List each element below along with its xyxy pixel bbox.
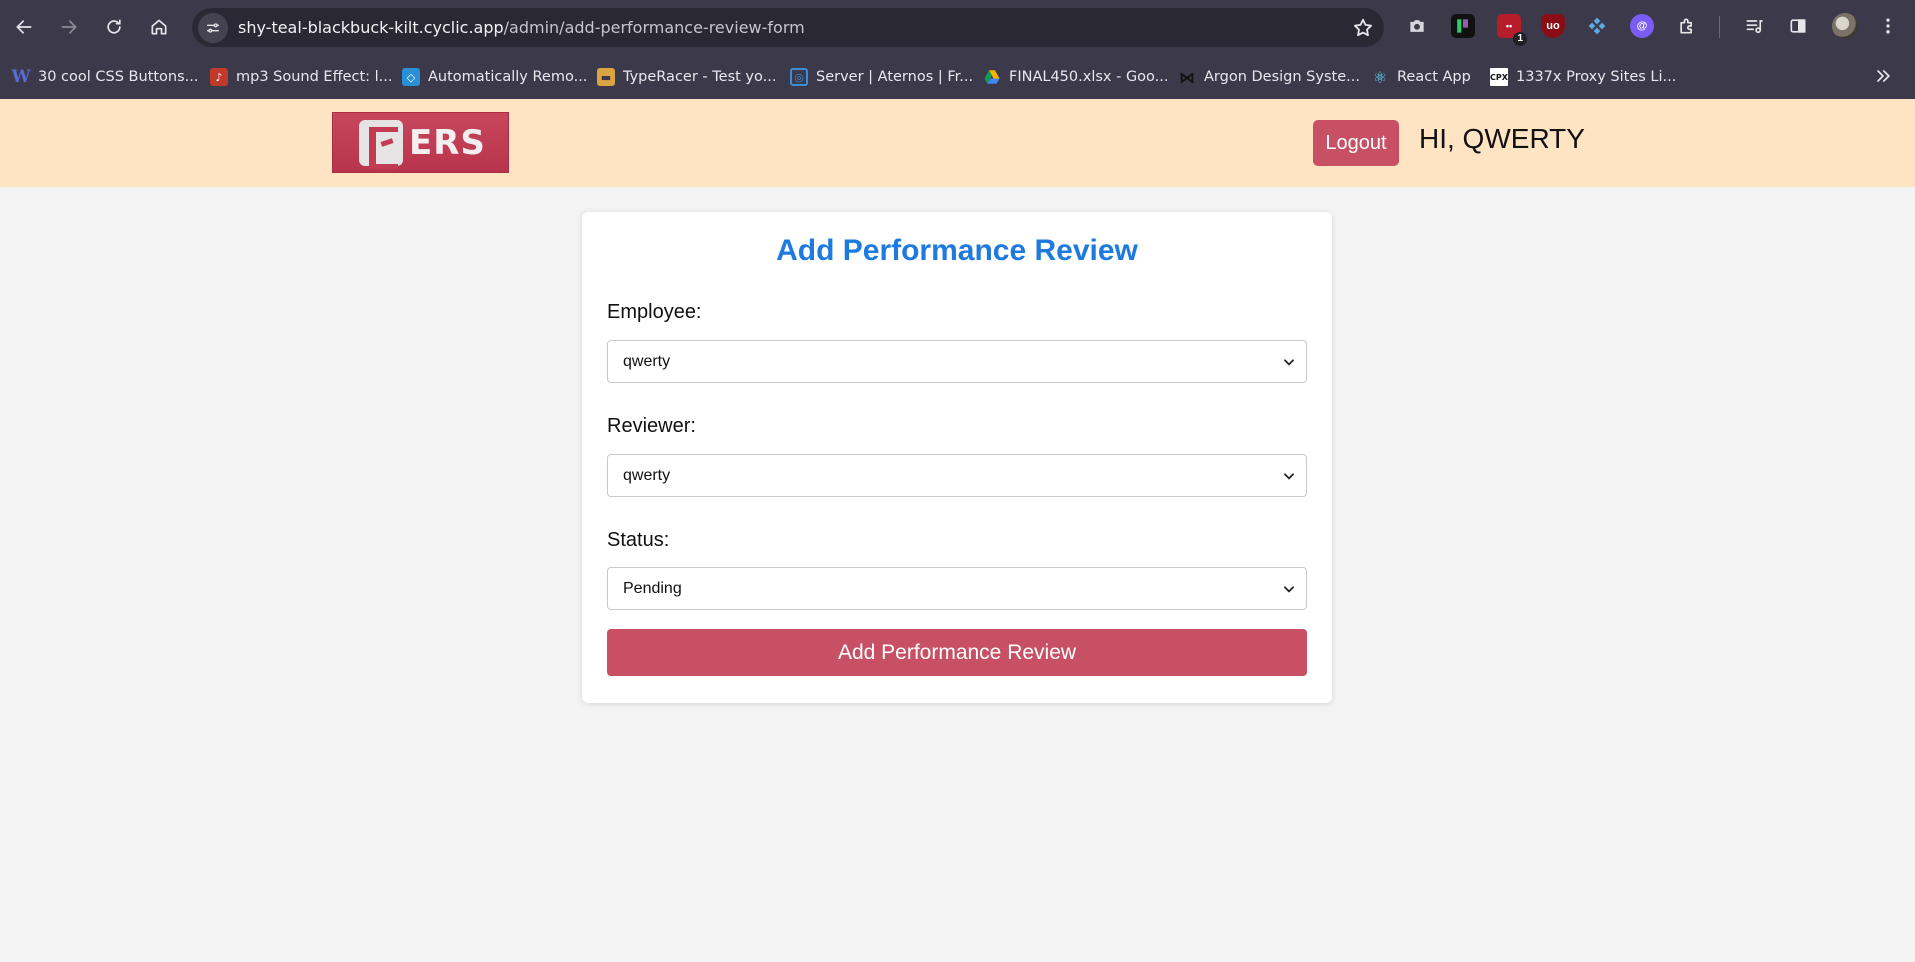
toolbar-separator: [1719, 16, 1720, 38]
bookmark-item[interactable]: ⋈ Argon Design Syste...: [1178, 66, 1360, 88]
logo-mark-icon: [359, 119, 403, 169]
bookmark-label: TypeRacer - Test yo...: [623, 69, 777, 85]
form-title: Add Performance Review: [776, 234, 1138, 267]
bookmark-label: 1337x Proxy Sites Li...: [1516, 69, 1677, 85]
status-label: Status:: [607, 529, 670, 551]
site-header: ERS Logout HI, QWERTY: [0, 99, 1915, 187]
chevron-down-icon: [1284, 586, 1294, 593]
status-selected-value: Pending: [623, 579, 682, 597]
puzzle-blue-extension-icon[interactable]: [1585, 14, 1609, 38]
aternos-icon: ◎: [790, 68, 808, 86]
bookmark-item[interactable]: ♪ mp3 Sound Effect: l...: [210, 66, 393, 88]
forward-icon[interactable]: [51, 9, 87, 45]
shield-extension-icon[interactable]: •• 1: [1497, 14, 1527, 46]
reviewer-select[interactable]: qwerty: [607, 454, 1307, 497]
logout-button[interactable]: Logout: [1313, 120, 1399, 166]
employee-selected-value: qwerty: [623, 352, 671, 370]
bookmark-label: 30 cool CSS Buttons...: [38, 69, 199, 85]
camera-extension-icon[interactable]: [1405, 14, 1429, 38]
bowtie-icon: ⋈: [1179, 67, 1195, 87]
ers-logo[interactable]: ERS: [332, 112, 509, 173]
chevron-down-icon: [1284, 473, 1294, 480]
url-text[interactable]: shy-teal-blackbuck-kilt.cyclic.app/admin…: [238, 18, 805, 37]
url-path: /admin/add-performance-review-form: [503, 18, 805, 37]
bookmark-item[interactable]: ▬ TypeRacer - Test yo...: [597, 66, 776, 88]
remove-bg-icon: ◇: [402, 68, 420, 86]
bookmark-label: Server | Aternos | Fr...: [816, 69, 974, 85]
bookmark-item[interactable]: W 30 cool CSS Buttons...: [11, 66, 199, 88]
bookmark-label: React App: [1397, 69, 1471, 85]
bookmarks-bar: W 30 cool CSS Buttons... ♪ mp3 Sound Eff…: [0, 54, 1915, 99]
more-menu-icon[interactable]: [1876, 14, 1900, 38]
bookmark-item[interactable]: ◎ Server | Aternos | Fr...: [790, 66, 973, 88]
typeracer-icon: ▬: [597, 68, 615, 86]
employee-select[interactable]: qwerty: [607, 340, 1307, 383]
at-sign-extension-icon[interactable]: @: [1630, 14, 1654, 38]
reload-icon[interactable]: [96, 9, 132, 45]
extension-badge: 1: [1513, 32, 1527, 46]
reviewer-selected-value: qwerty: [623, 466, 671, 484]
employee-label: Employee:: [607, 301, 702, 323]
extensions-puzzle-icon[interactable]: [1675, 14, 1699, 38]
browser-toolbar: shy-teal-blackbuck-kilt.cyclic.app/admin…: [0, 0, 1915, 54]
performance-review-form: Add Performance Review Employee: qwerty …: [582, 212, 1332, 703]
bookmark-item[interactable]: ◇ Automatically Remo...: [402, 66, 587, 88]
bookmark-label: Automatically Remo...: [428, 69, 588, 85]
w-logo-icon: W: [11, 67, 31, 87]
side-panel-icon[interactable]: [1786, 14, 1810, 38]
bookmark-label: Argon Design Syste...: [1204, 69, 1360, 85]
url-host: shy-teal-blackbuck-kilt.cyclic.app: [238, 18, 504, 37]
bookmark-item[interactable]: FINAL450.xlsx - Goo...: [983, 66, 1169, 88]
react-icon: ⚛: [1372, 67, 1388, 87]
more-bookmarks-icon[interactable]: [1873, 66, 1893, 86]
twitch-extension-icon[interactable]: [1451, 14, 1475, 38]
cpx-icon: CPX: [1490, 68, 1508, 86]
bookmark-item[interactable]: ⚛ React App: [1371, 66, 1471, 88]
add-performance-review-button[interactable]: Add Performance Review: [607, 629, 1307, 676]
music-note-icon: ♪: [210, 68, 228, 86]
ublock-extension-icon[interactable]: uo: [1541, 14, 1565, 38]
logo-text: ERS: [409, 122, 486, 163]
profile-avatar[interactable]: [1832, 13, 1858, 39]
reviewer-label: Reviewer:: [607, 415, 696, 437]
page-viewport: ERS Logout HI, QWERTY Add Performance Re…: [0, 99, 1915, 962]
home-icon[interactable]: [141, 9, 177, 45]
bookmark-label: mp3 Sound Effect: l...: [236, 69, 393, 85]
bookmark-star-icon[interactable]: [1350, 15, 1376, 41]
back-icon[interactable]: [6, 9, 42, 45]
site-settings-icon[interactable]: [198, 13, 228, 43]
bookmark-item[interactable]: CPX 1337x Proxy Sites Li...: [1490, 66, 1676, 88]
bookmark-label: FINAL450.xlsx - Goo...: [1009, 69, 1169, 85]
user-greeting: HI, QWERTY: [1419, 123, 1585, 154]
status-select[interactable]: Pending: [607, 567, 1307, 610]
media-controls-icon[interactable]: [1742, 14, 1766, 38]
google-drive-icon: [983, 68, 1001, 86]
address-bar[interactable]: shy-teal-blackbuck-kilt.cyclic.app/admin…: [192, 8, 1384, 47]
chevron-down-icon: [1284, 359, 1294, 366]
